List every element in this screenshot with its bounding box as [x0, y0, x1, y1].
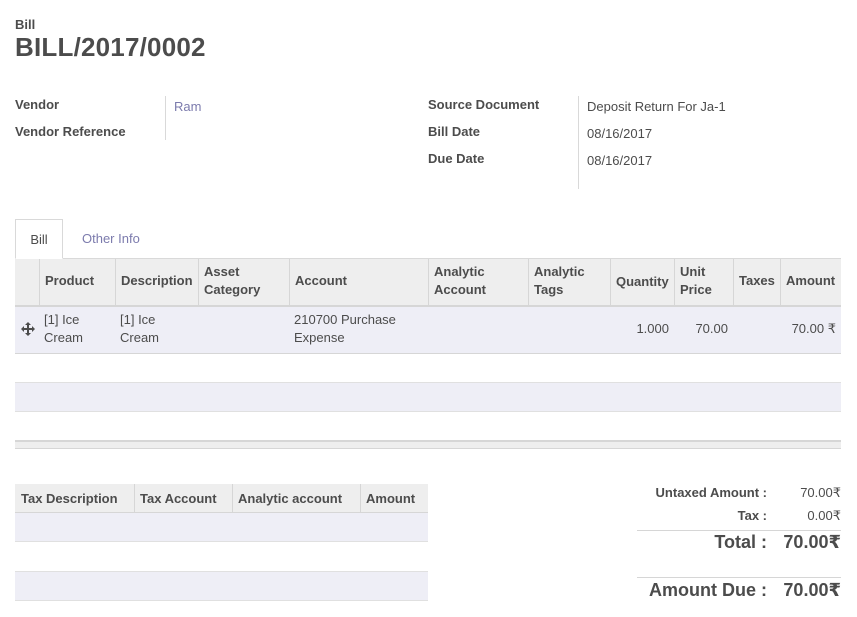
vendor-value-link[interactable]: Ram	[174, 99, 201, 114]
vendor-reference-label: Vendor Reference	[15, 124, 126, 139]
column-header-text: Analytic	[434, 264, 485, 279]
table-row[interactable]: [1] Ice Cream [1] Ice Cream 210700 Purch…	[15, 307, 841, 354]
column-divider	[528, 259, 529, 305]
column-divider	[674, 259, 675, 305]
empty-tax-row	[15, 513, 428, 542]
line-unit-price[interactable]: 70.00	[674, 320, 728, 338]
column-divider	[360, 484, 361, 512]
bill-number-title: BILL/2017/0002	[15, 32, 206, 62]
column-header-description[interactable]: Description	[121, 272, 193, 290]
column-divider	[733, 259, 734, 305]
column-divider	[428, 259, 429, 305]
column-header-taxes[interactable]: Taxes	[739, 272, 775, 290]
column-header-quantity[interactable]: Quantity	[616, 273, 669, 291]
total-label: Total :	[714, 532, 767, 552]
amount-due-value: 70.00₹	[783, 580, 841, 600]
cell-text: [1] Ice	[44, 312, 80, 327]
tax-table-header: Tax Description Tax Account Analytic acc…	[15, 484, 428, 514]
column-header-text: Unit	[680, 264, 706, 279]
column-divider	[134, 484, 135, 512]
column-header-text: Price	[680, 282, 712, 297]
tax-column-description[interactable]: Tax Description	[21, 490, 118, 508]
column-header-text: Asset	[204, 264, 240, 279]
empty-table-row	[15, 382, 841, 412]
column-header-account[interactable]: Account	[295, 272, 347, 290]
column-header-unit-price[interactable]: Unit Price	[680, 263, 712, 299]
totals-divider	[637, 577, 841, 578]
untaxed-amount-value: 70.00₹	[800, 485, 841, 500]
empty-tax-row	[15, 571, 428, 601]
column-divider	[610, 259, 611, 305]
column-header-text: Category	[204, 282, 261, 297]
column-header-product[interactable]: Product	[45, 272, 94, 290]
column-header-text: Analytic	[534, 264, 585, 279]
tax-amount-label: Tax :	[737, 508, 767, 523]
cell-text: Cream	[44, 330, 84, 345]
totals-divider	[637, 530, 841, 531]
column-header-text: Tags	[534, 282, 564, 297]
column-header-text: Account	[434, 282, 486, 297]
tax-column-analytic-account[interactable]: Analytic account	[238, 490, 342, 508]
line-product[interactable]: [1] Ice Cream	[44, 311, 83, 347]
column-divider	[289, 259, 290, 305]
tab-bill[interactable]: Bill	[15, 219, 63, 259]
column-header-amount[interactable]: Amount	[786, 272, 835, 290]
column-divider	[232, 484, 233, 512]
line-account[interactable]: 210700 Purchase Expense	[294, 311, 396, 347]
tax-column-amount[interactable]: Amount	[366, 490, 415, 508]
tax-column-account[interactable]: Tax Account	[140, 490, 217, 508]
column-divider	[39, 259, 40, 305]
line-quantity[interactable]: 1.000	[610, 320, 669, 338]
tax-amount-value: 0.00₹	[807, 508, 841, 523]
source-document-value[interactable]: Deposit Return For Ja-1	[587, 99, 726, 114]
invoice-lines-footer	[15, 440, 841, 449]
cell-text: 210700 Purchase	[294, 312, 396, 327]
due-date-label: Due Date	[428, 151, 485, 166]
tab-other-info[interactable]: Other Info	[82, 231, 140, 246]
field-separator	[165, 96, 166, 140]
column-divider	[780, 259, 781, 305]
invoice-lines-header: Product Description Asset Category Accou…	[15, 259, 841, 307]
column-header-analytic-account[interactable]: Analytic Account	[434, 263, 486, 299]
total-value: 70.00₹	[783, 532, 841, 552]
source-document-label: Source Document	[428, 97, 540, 112]
column-header-analytic-tags[interactable]: Analytic Tags	[534, 263, 585, 299]
document-type-label: Bill	[15, 17, 36, 32]
tab-bill-label: Bill	[30, 231, 48, 247]
column-divider	[115, 259, 116, 305]
bill-date-label: Bill Date	[428, 124, 481, 139]
amount-due-label: Amount Due :	[649, 580, 767, 600]
cell-text: Expense	[294, 330, 345, 345]
field-separator	[578, 96, 579, 189]
cell-text: [1] Ice	[120, 312, 156, 327]
drag-handle-icon[interactable]	[20, 321, 36, 337]
cell-text: Cream	[120, 330, 160, 345]
untaxed-amount-label: Untaxed Amount :	[655, 485, 767, 500]
due-date-value[interactable]: 08/16/2017	[587, 153, 652, 168]
column-header-asset-category[interactable]: Asset Category	[204, 263, 260, 299]
vendor-label: Vendor	[15, 97, 60, 112]
column-divider	[198, 259, 199, 305]
line-description[interactable]: [1] Ice Cream	[120, 311, 159, 347]
line-amount: 70.00 ₹	[791, 321, 836, 336]
bill-date-value[interactable]: 08/16/2017	[587, 126, 652, 141]
